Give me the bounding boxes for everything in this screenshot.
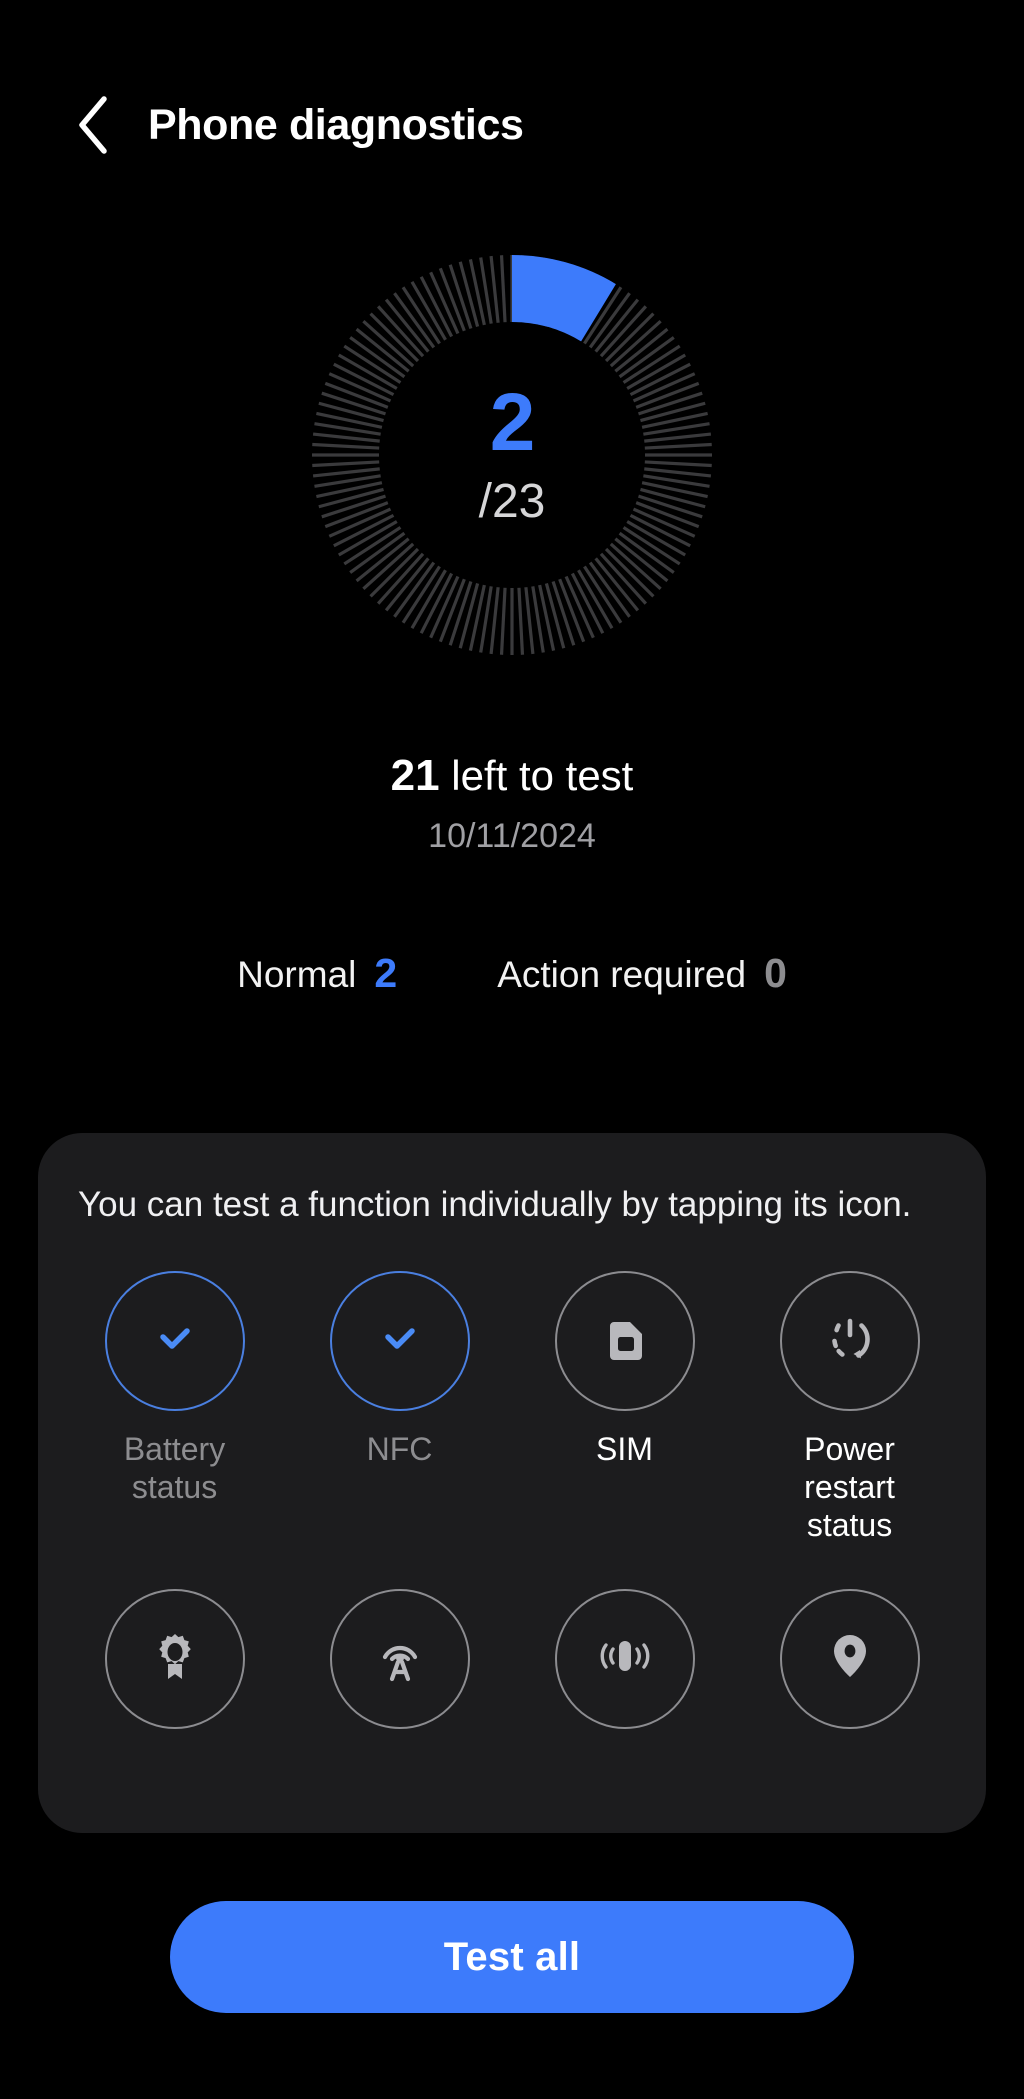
tile-circle[interactable] [779, 1271, 920, 1412]
tests-remaining-line: 21 left to test [0, 750, 1024, 803]
function-tile-row-2 [38, 1581, 986, 1749]
test-all-button[interactable]: Test all [170, 1901, 854, 2013]
stat-normal-label: Normal [237, 954, 357, 995]
tile-circle[interactable] [104, 1271, 245, 1412]
stat-action-required-value: 0 [764, 950, 787, 996]
signal-tower-icon [371, 1627, 429, 1690]
function-tile-signal-tower[interactable] [287, 1581, 512, 1749]
function-tile-nfc[interactable]: NFC [287, 1263, 512, 1544]
tile-circle[interactable] [779, 1588, 920, 1729]
function-tile-power-restart-status[interactable]: Power restart status [737, 1263, 962, 1544]
tile-label: NFC [366, 1431, 433, 1468]
tile-circle[interactable] [104, 1588, 245, 1729]
tests-remaining-label: left to test [439, 752, 634, 799]
stat-action-required-label: Action required [497, 954, 747, 995]
check-icon [372, 1311, 428, 1372]
tests-remaining-count: 21 [390, 751, 440, 800]
function-tile-row-1: Battery status NFC SIM Power restart status [38, 1263, 986, 1544]
test-functions-card: You can test a function individually by … [38, 1133, 986, 1833]
power-restart-icon [820, 1309, 880, 1374]
tile-circle[interactable] [554, 1271, 695, 1412]
tile-label: Power restart status [804, 1431, 895, 1543]
chevron-left-icon [74, 94, 114, 156]
tests-completed-count: 2 [489, 376, 536, 468]
tile-circle[interactable] [329, 1271, 470, 1412]
tile-circle[interactable] [554, 1588, 695, 1729]
app-header: Phone diagnostics [0, 85, 1024, 165]
status-counts-row: Normal 2 Action required 0 [0, 950, 1024, 997]
stat-normal: Normal 2 [237, 950, 397, 997]
progress-ring-center: 2 /23 [262, 205, 762, 705]
sim-card-icon [596, 1310, 654, 1373]
back-button[interactable] [62, 93, 126, 157]
summary-section: 21 left to test 10/11/2024 [0, 750, 1024, 856]
function-tile-award-ribbon[interactable] [62, 1581, 287, 1749]
function-tile-sim[interactable]: SIM [512, 1263, 737, 1544]
tile-circle[interactable] [329, 1588, 470, 1729]
stat-action-required: Action required 0 [497, 950, 787, 997]
location-pin-icon [822, 1627, 878, 1690]
last-test-date: 10/11/2024 [428, 816, 596, 855]
progress-ring-section: 2 /23 [0, 200, 1024, 710]
function-tile-battery-status[interactable]: Battery status [62, 1263, 287, 1544]
tile-label: Battery status [123, 1431, 226, 1506]
function-tile-vibration[interactable] [512, 1581, 737, 1749]
award-ribbon-icon [146, 1627, 204, 1690]
tile-label: SIM [596, 1431, 653, 1468]
diagnostics-progress-ring: 2 /23 [262, 205, 762, 705]
page-title: Phone diagnostics [148, 100, 524, 149]
card-hint-text: You can test a function individually by … [78, 1185, 912, 1224]
tests-total-count: /23 [478, 474, 546, 528]
check-icon [147, 1311, 203, 1372]
vibration-icon [594, 1627, 656, 1690]
stat-normal-value: 2 [374, 950, 398, 996]
function-tile-location-pin[interactable] [737, 1581, 962, 1749]
